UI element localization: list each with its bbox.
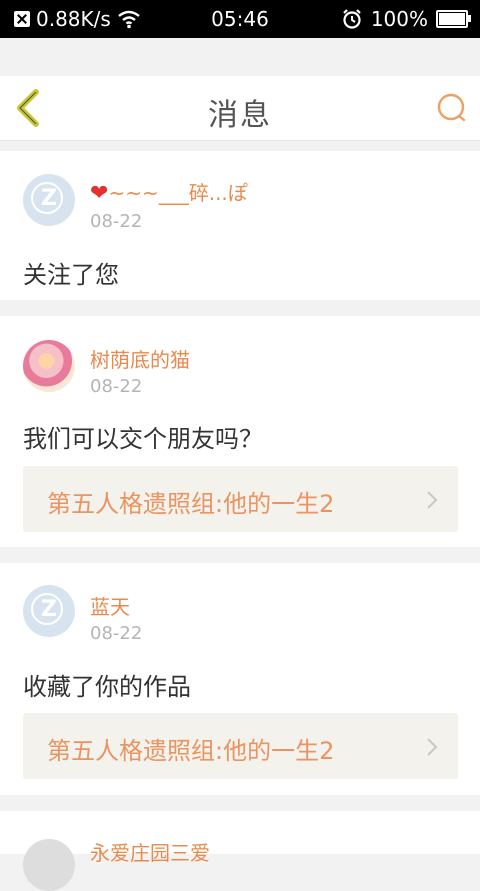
- alarm-icon: [343, 9, 361, 29]
- linked-work-title: 第五人格遗照组:他的一生2: [47, 737, 335, 765]
- search-button[interactable]: [436, 92, 468, 124]
- linked-work-title: 第五人格遗照组:他的一生2: [47, 490, 335, 518]
- default-avatar-icon: Z: [41, 597, 57, 622]
- avatar[interactable]: [23, 340, 75, 392]
- top-bar: 消息: [0, 76, 480, 141]
- message-date: 08-22: [90, 376, 143, 397]
- message-date: 08-22: [90, 211, 143, 232]
- linked-work[interactable]: 第五人格遗照组:他的一生2: [23, 713, 458, 779]
- user-name[interactable]: 树荫底的猫: [90, 344, 190, 373]
- heart-icon: ❤: [90, 181, 109, 206]
- chevron-right-icon: [427, 738, 438, 756]
- user-name[interactable]: 蓝天: [90, 591, 130, 620]
- page-title: 消息: [208, 98, 272, 133]
- status-bar: 0.88K/s 05:46 100%: [0, 0, 480, 38]
- message-date: 08-22: [90, 623, 143, 644]
- notification-card[interactable]: Z 蓝天 08-22 收藏了你的作品 第五人格遗照组:他的一生2: [0, 563, 480, 795]
- message-text: 关注了您: [23, 261, 119, 289]
- avatar[interactable]: Z: [23, 174, 75, 226]
- user-name[interactable]: 永爱庄园三爱: [90, 837, 210, 866]
- battery-icon: [436, 10, 471, 28]
- avatar[interactable]: Z: [23, 585, 75, 637]
- notification-card[interactable]: 永爱庄园三爱: [0, 811, 480, 891]
- message-text: 我们可以交个朋友吗？: [23, 425, 263, 453]
- status-right: 100%: [341, 7, 471, 31]
- avatar[interactable]: [23, 839, 75, 891]
- default-avatar-icon: Z: [41, 186, 57, 211]
- notification-card[interactable]: 树荫底的猫 08-22 我们可以交个朋友吗？ 第五人格遗照组:他的一生2: [0, 316, 480, 547]
- chevron-right-icon: [427, 491, 438, 509]
- notification-card[interactable]: Z ❤~~~___碎...ぽ 08-22 关注了您: [0, 151, 480, 300]
- message-text: 收藏了你的作品: [23, 673, 191, 701]
- linked-work[interactable]: 第五人格遗照组:他的一生2: [23, 466, 458, 532]
- user-name[interactable]: ❤~~~___碎...ぽ: [90, 177, 248, 206]
- battery-percent: 100%: [370, 7, 428, 31]
